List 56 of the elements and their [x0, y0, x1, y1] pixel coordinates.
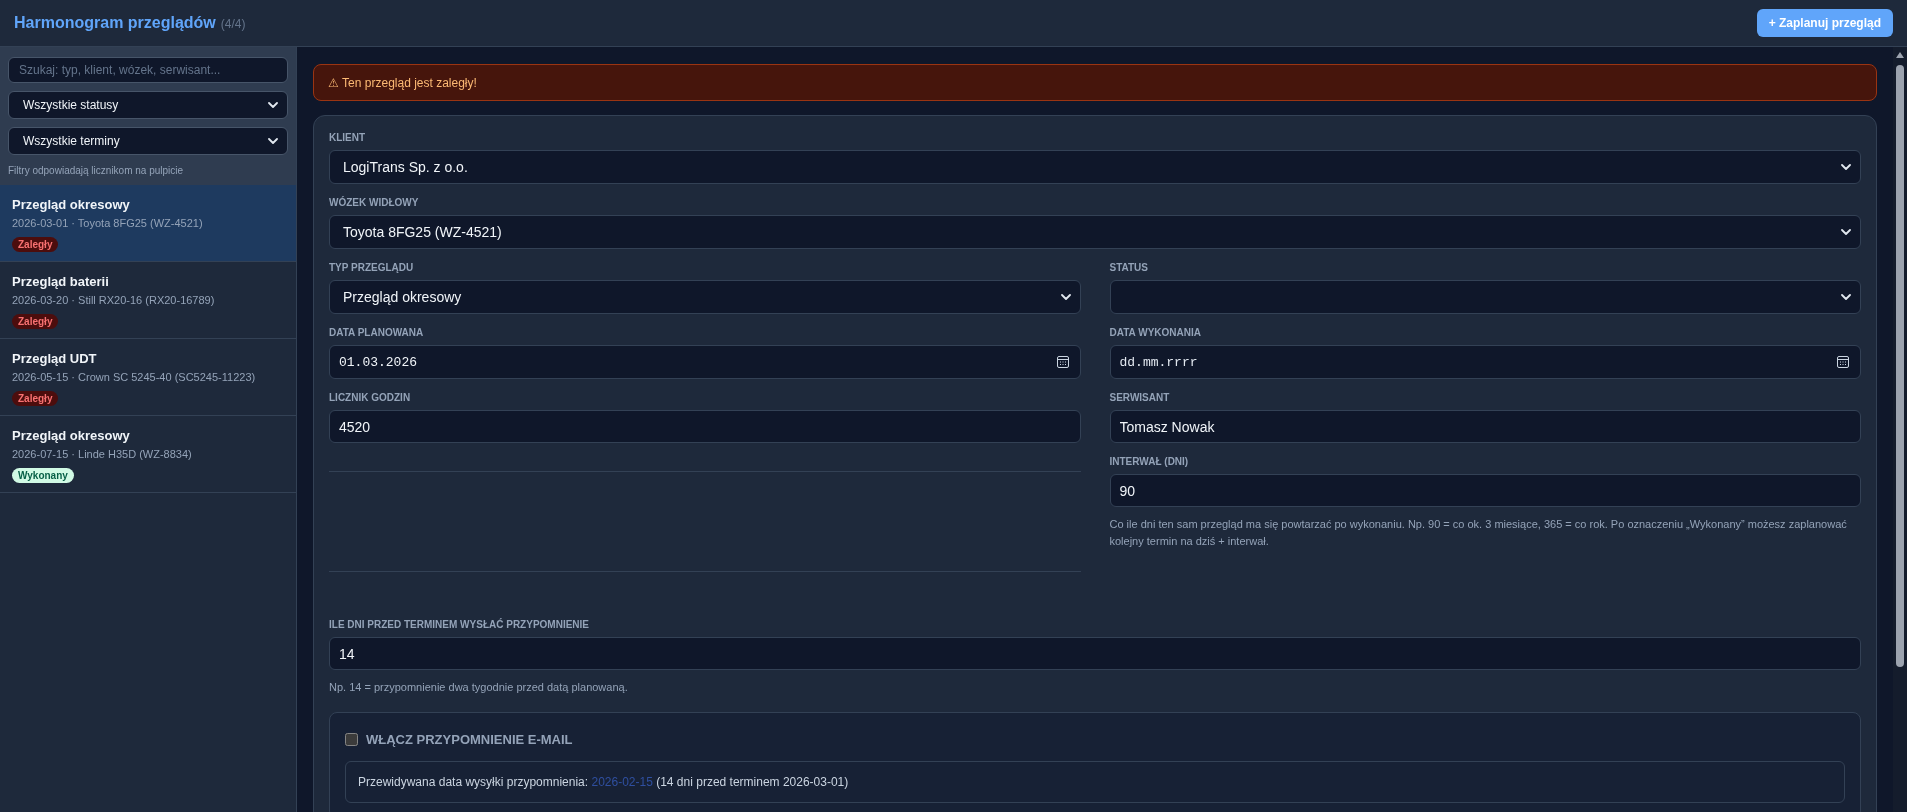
text-field[interactable]: 4520: [329, 410, 1081, 443]
chevron-down-icon: [1841, 229, 1851, 235]
status-badge: Wykonany: [12, 468, 74, 483]
chevron-down-icon: [268, 102, 278, 108]
date-field[interactable]: dd.mm.rrrr: [1109, 345, 1861, 379]
schedule-list-item[interactable]: Przegląd okresowy 2026-03-01 · Toyota 8FG25 (WZ-4521) Zaległy: [0, 185, 296, 262]
field-label: DATA WYKONANIA: [1109, 326, 1202, 340]
item-subtitle: 2026-03-20 · Still RX20-16 (RX20-16789): [12, 293, 215, 308]
chevron-down-icon: [1841, 164, 1851, 170]
scroll-up-arrow-icon[interactable]: [1896, 52, 1904, 58]
field-label: LICZNIK GODZIN: [329, 391, 412, 405]
field-label: DATA PLANOWANA: [329, 326, 425, 340]
status-badge: Zaległy: [12, 237, 59, 252]
field-label: KLIENT: [329, 131, 367, 145]
field-label: ILE DNI PRZED TERMINEM WYSŁAĆ PRZYPOMNIENIE: [329, 618, 590, 632]
field-label: STATUS: [1109, 261, 1149, 275]
text-field[interactable]: 90: [1109, 474, 1861, 507]
item-title: Przegląd okresowy: [12, 196, 130, 214]
reminder-preview: Przewidywana data wysyłki przypomnienia: 2026-02-15 (14 dni przed terminem 2026-03-01): [345, 760, 1845, 803]
chevron-down-icon: [1841, 294, 1851, 300]
item-title: Przegląd baterii: [12, 273, 109, 291]
select-field[interactable]: LogiTrans Sp. z o.o.: [329, 150, 1861, 184]
field-label: WÓZEK WIDŁOWY: [329, 196, 420, 210]
filter-select[interactable]: Wszystkie terminy: [8, 127, 288, 155]
chevron-down-icon: [1060, 294, 1071, 300]
scrollbar-track[interactable]: [1893, 47, 1907, 812]
item-title: Przegląd UDT: [12, 350, 97, 368]
search-field[interactable]: Szukaj: typ, klient, wózek, serwisant...: [8, 57, 288, 83]
overdue-alert: ⚠ Ten przegląd jest zaległy!: [313, 64, 1877, 101]
select-field[interactable]: [1109, 280, 1861, 314]
item-subtitle: 2026-05-15 · Crown SC 5245-40 (SC5245-11223): [12, 370, 256, 385]
filter-hint: Filtry odpowiadają licznikom na pulpicie: [8, 164, 185, 178]
calendar-icon[interactable]: [1837, 356, 1849, 368]
item-subtitle: 2026-03-01 · Toyota 8FG25 (WZ-4521): [12, 216, 203, 231]
item-subtitle: 2026-07-15 · Linde H35D (WZ-8834): [12, 447, 192, 462]
checkbox-label: WŁĄCZ PRZYPOMNIENIE E-MAIL: [366, 731, 573, 749]
date-field[interactable]: 01.03.2026: [329, 345, 1081, 379]
calendar-icon[interactable]: [1056, 356, 1069, 368]
help-text: Co ile dni ten sam przegląd ma się powtarzać po wykonaniu. Np. 90 = co ok. 3 miesiące, 365 = co rok. Po oznaczeniu „Wykonany” możesz zaplanować kolejny termin na dziś + interwał.: [1109, 517, 1848, 549]
field-label: SERWISANT: [1109, 391, 1171, 405]
reminder-checkbox[interactable]: [345, 733, 358, 747]
status-badge: Zaległy: [12, 391, 59, 406]
select-field[interactable]: Toyota 8FG25 (WZ-4521): [329, 215, 1861, 249]
scrollbar-thumb[interactable]: [1896, 65, 1904, 667]
status-badge: Zaległy: [12, 314, 59, 329]
field-label: TYP PRZEGLĄDU: [329, 261, 415, 275]
filter-select[interactable]: Wszystkie statusy: [8, 91, 288, 119]
text-field[interactable]: Tomasz Nowak: [1109, 410, 1861, 443]
result-count: (4/4): [220, 16, 246, 33]
select-field[interactable]: Przegląd okresowy: [329, 280, 1081, 314]
chevron-down-icon: [268, 138, 278, 144]
help-text: Np. 14 = przypomnienie dwa tygodnie przed datą planowaną.: [329, 680, 629, 695]
page-title: Harmonogram przeglądów: [14, 13, 216, 33]
field-label: INTERWAŁ (DNI): [1109, 455, 1190, 469]
item-title: Przegląd okresowy: [12, 427, 130, 445]
text-field[interactable]: 14: [329, 637, 1861, 670]
